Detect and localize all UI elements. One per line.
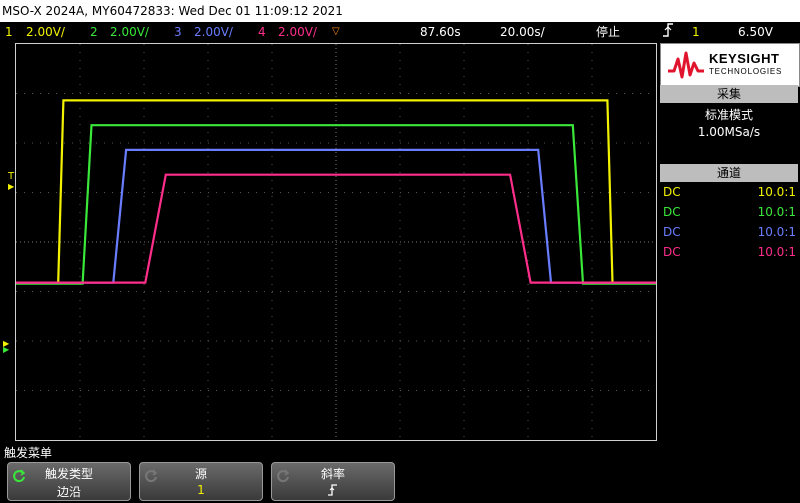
acquire-header: 采集	[660, 85, 798, 103]
ch3-number[interactable]: 3	[174, 22, 182, 42]
ch4-probe: 10.0:1	[757, 245, 796, 259]
slope-softkey[interactable]: 斜率	[271, 462, 395, 501]
channel-status-bar: 1 2.00V/ 2 2.00V/ 3 2.00V/ 4 2.00V/ ▽ 87…	[0, 22, 800, 42]
horizontal-delay[interactable]: 87.60s	[420, 22, 461, 42]
ch2-coupling: DC	[663, 205, 681, 219]
title-bar: MSO-X 2024A, MY60472833: Wed Dec 01 11:0…	[0, 0, 800, 22]
slope-title: 斜率	[320, 467, 345, 481]
ch4-scale[interactable]: 2.00V/	[278, 22, 317, 42]
trigger-level-arrow-icon: ▶	[8, 182, 15, 191]
trigger-type-softkey[interactable]: 触发类型 边沿	[7, 462, 131, 501]
rising-edge-icon	[272, 483, 394, 500]
ch3-probe: 10.0:1	[757, 225, 796, 239]
ch1-probe: 10.0:1	[757, 185, 796, 199]
source-softkey[interactable]: 源 1	[139, 462, 263, 501]
trigger-type-value: 边沿	[56, 485, 81, 499]
run-state[interactable]: 停止	[596, 22, 620, 42]
ch4-coupling: DC	[663, 245, 681, 259]
channel-row-2: DC 10.0:1	[663, 202, 796, 222]
edge-trigger-icon	[662, 22, 674, 44]
ch2-probe: 10.0:1	[757, 205, 796, 219]
ground-marker-icon: ▶	[3, 345, 10, 354]
ch3-scale[interactable]: 2.00V/	[194, 22, 233, 42]
ch2-number[interactable]: 2	[90, 22, 98, 42]
timebase[interactable]: 20.00s/	[500, 22, 545, 42]
ch3-coupling: DC	[663, 225, 681, 239]
keysight-logo: KEYSIGHT TECHNOLOGIES	[660, 43, 800, 87]
trigger-menu-title: 触发菜单	[4, 446, 53, 460]
logo-text-technologies: TECHNOLOGIES	[709, 67, 783, 76]
sidebar: KEYSIGHT TECHNOLOGIES 采集 标准模式 1.00MSa/s …	[660, 43, 800, 268]
ch1-scale[interactable]: 2.00V/	[26, 22, 65, 42]
keysight-wave-icon	[668, 51, 704, 79]
sample-rate: 1.00MSa/s	[697, 125, 761, 139]
channels-header: 通道	[660, 164, 798, 182]
ch4-number[interactable]: 4	[258, 22, 266, 42]
source-title: 源	[194, 467, 207, 481]
waveform-ch1	[16, 99, 656, 284]
waveform-display[interactable]	[15, 43, 657, 441]
trigger-position-marker-icon: ▽	[332, 26, 340, 37]
logo-text-keysight: KEYSIGHT	[709, 51, 780, 66]
channel-row-4: DC 10.0:1	[663, 242, 796, 262]
instrument-title: MSO-X 2024A, MY60472833: Wed Dec 01 11:0…	[2, 4, 343, 18]
trigger-type-title: 触发类型	[44, 467, 93, 481]
acquire-mode: 标准模式	[704, 108, 753, 122]
source-value: 1	[197, 483, 205, 497]
channel-row-3: DC 10.0:1	[663, 222, 796, 242]
trigger-level[interactable]: 6.50V	[738, 22, 773, 42]
trigger-source[interactable]: 1	[692, 22, 700, 42]
trigger-level-marker: T	[8, 171, 15, 182]
channel-row-1: DC 10.0:1	[663, 182, 796, 202]
ch2-scale[interactable]: 2.00V/	[110, 22, 149, 42]
ch1-number[interactable]: 1	[5, 22, 13, 42]
waveform-graticule	[16, 44, 656, 440]
ch1-coupling: DC	[663, 185, 681, 199]
